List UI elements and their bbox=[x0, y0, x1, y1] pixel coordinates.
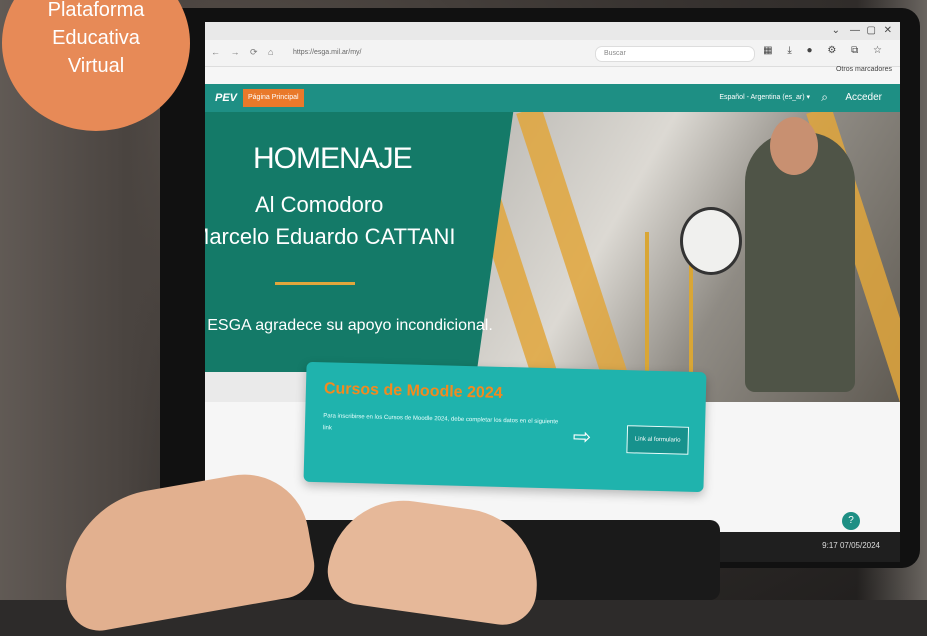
login-link[interactable]: Acceder bbox=[845, 92, 882, 103]
home-tab[interactable]: Página Principal bbox=[243, 89, 304, 107]
other-bookmarks[interactable]: Otros marcadores bbox=[836, 66, 892, 73]
close-icon[interactable]: ✕ bbox=[884, 25, 892, 36]
address-field[interactable]: https://esga.mil.ar/my/ bbox=[283, 46, 593, 60]
banner-title: HOMENAJE bbox=[253, 142, 413, 175]
pilot-helmet bbox=[680, 207, 742, 275]
minimize-icon[interactable]: — bbox=[850, 25, 860, 36]
browser-urlbar: ← → ⟳ ⌂ https://esga.mil.ar/my/ Buscar ▦… bbox=[205, 40, 900, 67]
banner-divider bbox=[275, 282, 355, 285]
language-selector[interactable]: Español - Argentina (es_ar) ▾ bbox=[719, 93, 810, 101]
share-arrow-icon: ⇨ bbox=[572, 423, 592, 450]
help-icon[interactable]: ? bbox=[842, 512, 860, 530]
badge-line-2: Educativa bbox=[52, 27, 140, 49]
system-tray: 9:17 07/05/2024 bbox=[822, 541, 880, 550]
clock-time: 9:17 bbox=[822, 541, 838, 550]
homage-banner: HOMENAJE Al Comodoro Marcelo Eduardo CAT… bbox=[205, 112, 900, 402]
site-logo[interactable]: PEV bbox=[215, 92, 237, 104]
badge-line-3: Virtual bbox=[67, 55, 125, 77]
course-card: Cursos de Moodle 2024 Para inscribirse e… bbox=[303, 361, 707, 493]
extension-icons[interactable]: ▦ ⤓ ● ⚙ ⧉ ☆ bbox=[763, 45, 888, 56]
course-card-title: Cursos de Moodle 2024 bbox=[323, 380, 503, 402]
banner-thanks: La ESGA agradece su apoyo incondicional. bbox=[205, 317, 493, 334]
site-header: PEV Página Principal Español - Argentina… bbox=[205, 84, 900, 112]
banner-subtitle-1: Al Comodoro bbox=[255, 192, 384, 217]
form-link-button[interactable]: Link al formulario bbox=[626, 425, 690, 455]
maximize-icon[interactable]: ▢ bbox=[867, 25, 876, 36]
clock-date: 07/05/2024 bbox=[839, 541, 880, 550]
search-icon[interactable]: ⌕ bbox=[821, 90, 828, 105]
badge-line-1: Plataforma bbox=[47, 0, 145, 21]
chevron-down-icon[interactable]: ⌄ bbox=[832, 25, 840, 36]
laptop-screen: ⌄ — ▢ ✕ ← → ⟳ ⌂ https://esga.mil.ar/my/ … bbox=[205, 22, 900, 562]
course-card-text: Para inscribirse en los Cursos de Moodle… bbox=[322, 413, 559, 432]
banner-subtitle-2: Marcelo Eduardo CATTANI bbox=[205, 224, 456, 249]
pilot-head bbox=[770, 117, 818, 175]
browser-search-input[interactable]: Buscar bbox=[595, 46, 755, 62]
nav-icons[interactable]: ← → ⟳ ⌂ bbox=[211, 47, 277, 58]
browser-tabbar: ⌄ — ▢ ✕ bbox=[205, 22, 900, 40]
